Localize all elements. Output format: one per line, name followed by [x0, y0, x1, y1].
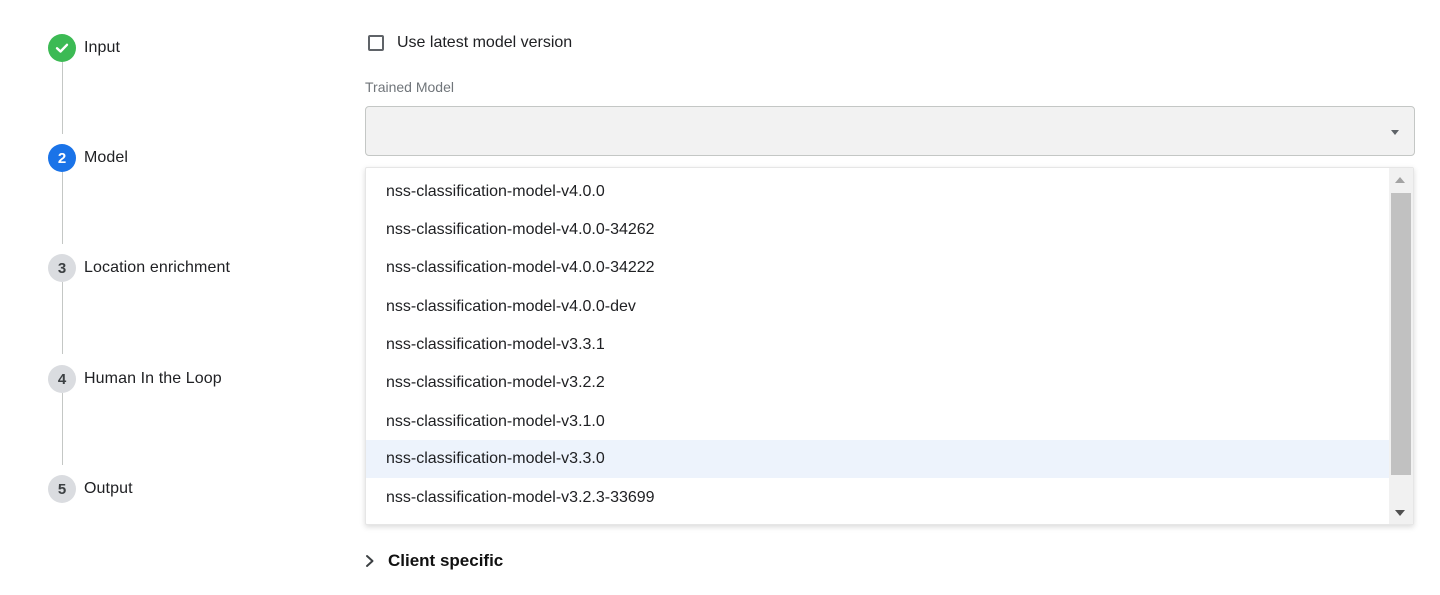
step-connector — [62, 393, 63, 465]
caret-down-icon[interactable] — [1391, 130, 1399, 135]
step-human-in-the-loop-number: 4 — [48, 365, 76, 393]
step-location-enrichment[interactable]: 3 Location enrichment — [48, 254, 230, 282]
step-connector — [62, 62, 63, 134]
dropdown-option[interactable]: nss-classification-model-v4.0.0-34222 — [366, 249, 1390, 287]
step-location-enrichment-number: 3 — [48, 254, 76, 282]
step-output-label: Output — [84, 480, 133, 497]
step-connector — [62, 172, 63, 244]
client-specific-label: Client specific — [388, 551, 504, 570]
check-icon — [55, 43, 69, 53]
step-output[interactable]: 5 Output — [48, 475, 133, 503]
step-human-in-the-loop[interactable]: 4 Human In the Loop — [48, 365, 222, 393]
dropdown-option-highlighted[interactable]: nss-classification-model-v3.3.0 — [366, 440, 1390, 478]
trained-model-dropdown: nss-classification-model-v4.0.0 nss-clas… — [365, 167, 1414, 525]
step-human-in-the-loop-label: Human In the Loop — [84, 370, 222, 387]
dropdown-scrollbar[interactable] — [1389, 168, 1413, 524]
step-model-label: Model — [84, 149, 129, 166]
scroll-down-arrow-icon[interactable] — [1389, 500, 1413, 524]
use-latest-model-label[interactable]: Use latest model version — [397, 34, 572, 52]
trained-model-select[interactable] — [365, 106, 1415, 156]
use-latest-model-checkbox[interactable] — [368, 35, 384, 51]
chevron-right-icon — [366, 555, 374, 567]
dropdown-option[interactable]: nss-classification-model-v3.1.0 — [366, 403, 1390, 441]
step-input-label: Input — [84, 39, 121, 56]
use-latest-model-row[interactable]: Use latest model version — [368, 34, 572, 52]
dropdown-option[interactable]: nss-classification-model-v4.0.0-dev — [366, 288, 1390, 326]
dropdown-option[interactable]: nss-classification-model-v4.0.0-34262 — [366, 211, 1390, 249]
step-connector — [62, 282, 63, 354]
step-input[interactable]: Input — [48, 34, 120, 62]
step-input-check-icon — [48, 34, 76, 62]
model-step-page: Input 2 Model 3 Location enrichment 4 Hu… — [0, 0, 1440, 595]
trained-model-label: Trained Model — [365, 79, 454, 95]
step-output-number: 5 — [48, 475, 76, 503]
scroll-up-arrow-icon[interactable] — [1389, 168, 1413, 192]
dropdown-option[interactable]: nss-classification-model-v3.2.2 — [366, 364, 1390, 402]
dropdown-option[interactable]: nss-classification-model-v4.0.0 — [366, 173, 1390, 211]
step-location-enrichment-label: Location enrichment — [84, 259, 230, 276]
wizard-stepper: Input 2 Model 3 Location enrichment 4 Hu… — [0, 0, 340, 595]
step-model-number: 2 — [48, 144, 76, 172]
scrollbar-thumb[interactable] — [1391, 193, 1411, 475]
step-model[interactable]: 2 Model — [48, 144, 128, 172]
client-specific-toggle[interactable]: Client specific — [363, 551, 503, 571]
dropdown-option[interactable]: nss-classification-model-v3.2.3-33699 — [366, 479, 1390, 517]
dropdown-option[interactable]: nss-classification-model-v3.3.1 — [366, 326, 1390, 364]
